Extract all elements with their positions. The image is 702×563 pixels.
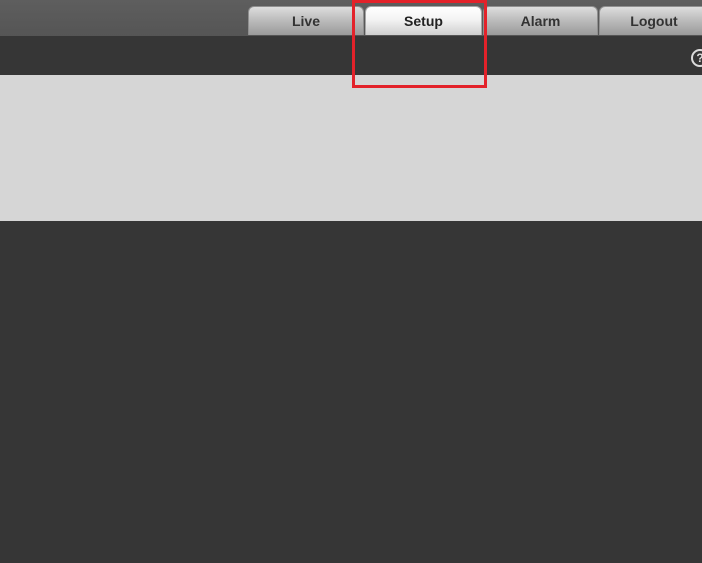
tab-live[interactable]: Live — [248, 6, 364, 35]
sub-toolbar — [0, 36, 702, 75]
content-panel — [0, 75, 702, 221]
tab-logout[interactable]: Logout — [599, 6, 702, 35]
help-icon[interactable]: ? — [691, 49, 702, 67]
tab-alarm[interactable]: Alarm — [483, 6, 598, 35]
page: Live Setup Alarm Logout ? — [0, 0, 702, 563]
tab-setup[interactable]: Setup — [365, 6, 482, 35]
lower-content-area — [0, 221, 702, 563]
top-nav-bar: Live Setup Alarm Logout — [0, 0, 702, 36]
